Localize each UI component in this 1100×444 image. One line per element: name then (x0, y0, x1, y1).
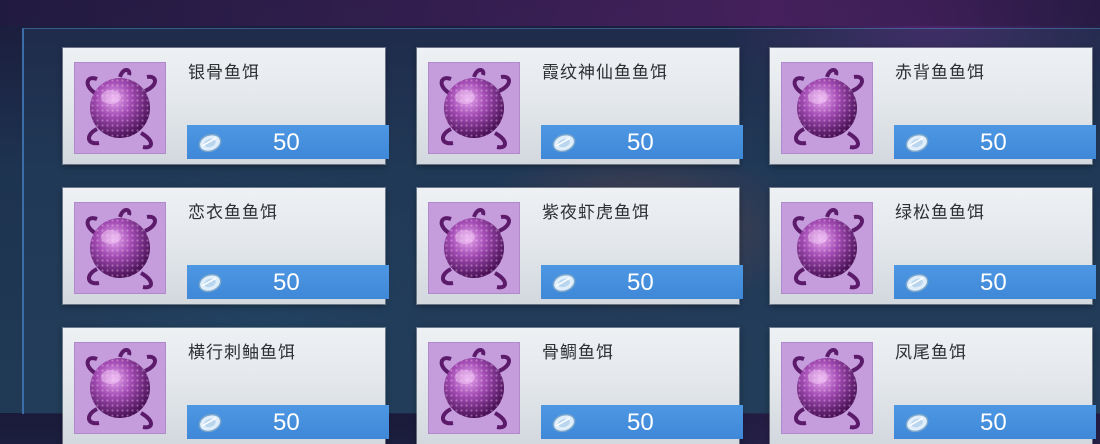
price-value: 50 (627, 269, 654, 296)
fish-bait-icon (428, 202, 520, 294)
price-bar[interactable]: 50 (894, 125, 1096, 159)
fish-bait-icon (428, 62, 520, 154)
item-name: 横行刺鲉鱼饵 (188, 343, 296, 363)
crystal-coin-icon (550, 271, 578, 297)
item-name: 凤尾鱼饵 (895, 343, 967, 363)
fish-bait-icon (74, 62, 166, 154)
item-name: 赤背鱼鱼饵 (895, 63, 985, 83)
price-bar[interactable]: 50 (894, 265, 1096, 299)
item-name: 恋衣鱼鱼饵 (188, 203, 278, 223)
bait-item-card[interactable]: 横行刺鲉鱼饵 50 (63, 328, 389, 444)
fish-bait-icon (781, 202, 873, 294)
bait-item-card[interactable]: 赤背鱼鱼饵 50 (770, 48, 1096, 164)
top-bar (0, 0, 1100, 26)
fish-bait-icon (781, 62, 873, 154)
price-bar[interactable]: 50 (541, 265, 743, 299)
price-value: 50 (627, 409, 654, 436)
price-value: 50 (980, 409, 1007, 436)
price-bar[interactable]: 50 (541, 125, 743, 159)
crystal-coin-icon (550, 411, 578, 437)
crystal-coin-icon (196, 271, 224, 297)
price-value: 50 (273, 409, 300, 436)
price-value: 50 (273, 129, 300, 156)
crystal-coin-icon (903, 131, 931, 157)
bait-item-card[interactable]: 恋衣鱼鱼饵 50 (63, 188, 389, 304)
fish-bait-icon (74, 202, 166, 294)
price-value: 50 (980, 269, 1007, 296)
crystal-coin-icon (196, 411, 224, 437)
item-name: 霞纹神仙鱼鱼饵 (542, 63, 668, 83)
crystal-coin-icon (550, 131, 578, 157)
price-value: 50 (627, 129, 654, 156)
fish-bait-icon (428, 342, 520, 434)
fish-bait-icon (781, 342, 873, 434)
bait-item-card[interactable]: 银骨鱼饵 50 (63, 48, 389, 164)
price-bar[interactable]: 50 (894, 405, 1096, 439)
crystal-coin-icon (903, 271, 931, 297)
bait-item-card[interactable]: 霞纹神仙鱼鱼饵 50 (417, 48, 743, 164)
item-name: 绿松鱼鱼饵 (895, 203, 985, 223)
bait-item-card[interactable]: 紫夜虾虎鱼饵 50 (417, 188, 743, 304)
price-bar[interactable]: 50 (541, 405, 743, 439)
bait-item-card[interactable]: 骨鲷鱼饵 50 (417, 328, 743, 444)
price-bar[interactable]: 50 (187, 265, 389, 299)
price-bar[interactable]: 50 (187, 405, 389, 439)
fish-bait-icon (74, 342, 166, 434)
item-name: 骨鲷鱼饵 (542, 343, 614, 363)
price-value: 50 (980, 129, 1007, 156)
price-value: 50 (273, 269, 300, 296)
item-name: 银骨鱼饵 (188, 63, 260, 83)
crystal-coin-icon (903, 411, 931, 437)
bait-item-card[interactable]: 凤尾鱼饵 50 (770, 328, 1096, 444)
price-bar[interactable]: 50 (187, 125, 389, 159)
crystal-coin-icon (196, 131, 224, 157)
bait-item-card[interactable]: 绿松鱼鱼饵 50 (770, 188, 1096, 304)
item-name: 紫夜虾虎鱼饵 (542, 203, 650, 223)
